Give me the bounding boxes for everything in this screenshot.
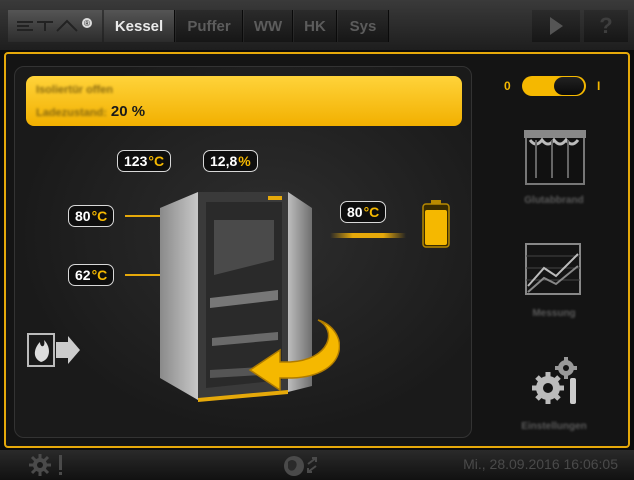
oxygen-unit: % xyxy=(238,153,251,169)
tab-hk[interactable]: HK xyxy=(294,10,337,42)
network-globe-icon[interactable] xyxy=(282,452,322,478)
charge-label: Ladezustand: xyxy=(36,107,107,119)
burner-output-icon[interactable] xyxy=(26,330,82,370)
storage-battery-icon[interactable] xyxy=(421,200,451,248)
power-toggle[interactable] xyxy=(522,76,586,96)
play-icon xyxy=(550,17,563,35)
gears-icon[interactable] xyxy=(526,354,582,410)
boiler-illustration[interactable] xyxy=(150,180,340,405)
service-icon[interactable] xyxy=(28,452,68,478)
tab-sys[interactable]: Sys xyxy=(338,10,389,42)
datetime-display: Mi., 28.09.2016 16:06:05 xyxy=(463,456,618,472)
tab-kessel[interactable]: Kessel xyxy=(104,10,175,42)
help-button[interactable]: ? xyxy=(584,10,628,42)
return-temp-unit: °C xyxy=(363,204,380,220)
boiler-upper-temp-value: 80 xyxy=(75,208,91,224)
charge-value: 20 % xyxy=(110,103,146,120)
glutabbrand-label: Glutabbrand xyxy=(524,195,584,206)
return-flow-line xyxy=(330,233,406,238)
toggle-on-label: I xyxy=(597,79,601,93)
status-message: Isoliertür offen xyxy=(36,84,114,96)
oxygen-value: 12,8 xyxy=(210,153,238,169)
eta-logo[interactable]: ® xyxy=(8,10,102,42)
flue-temp-value: 123 xyxy=(124,153,148,169)
boiler-lower-temp-unit: °C xyxy=(91,267,108,283)
return-temp-value: 80 xyxy=(347,204,363,220)
einstellungen-label: Einstellungen xyxy=(521,421,587,432)
toggle-knob xyxy=(554,77,584,95)
flue-temp-unit: °C xyxy=(148,153,165,169)
boiler-upper-temp-unit: °C xyxy=(91,208,108,224)
eta-logo-icon: ® xyxy=(17,18,92,32)
graph-icon[interactable] xyxy=(524,242,582,296)
status-banner[interactable]: Isoliertür offen Ladezustand: 20 % xyxy=(26,76,462,126)
registered-icon: ® xyxy=(84,19,90,28)
oxygen-pill[interactable]: 12,8% xyxy=(203,150,258,172)
return-temp-pill[interactable]: 80 °C xyxy=(340,201,387,223)
auger-icon[interactable] xyxy=(522,126,588,186)
tab-puffer[interactable]: Puffer xyxy=(176,10,243,42)
toggle-off-label: 0 xyxy=(504,79,511,93)
boiler-lower-temp-pill[interactable]: 62 °C xyxy=(68,264,115,286)
flue-temp-pill[interactable]: 123 °C xyxy=(117,150,172,172)
messung-label: Messung xyxy=(532,308,576,319)
play-button[interactable] xyxy=(532,10,580,42)
tab-ww[interactable]: WW xyxy=(244,10,293,42)
boiler-upper-temp-pill[interactable]: 80 °C xyxy=(68,205,115,227)
boiler-lower-temp-value: 62 xyxy=(75,267,91,283)
